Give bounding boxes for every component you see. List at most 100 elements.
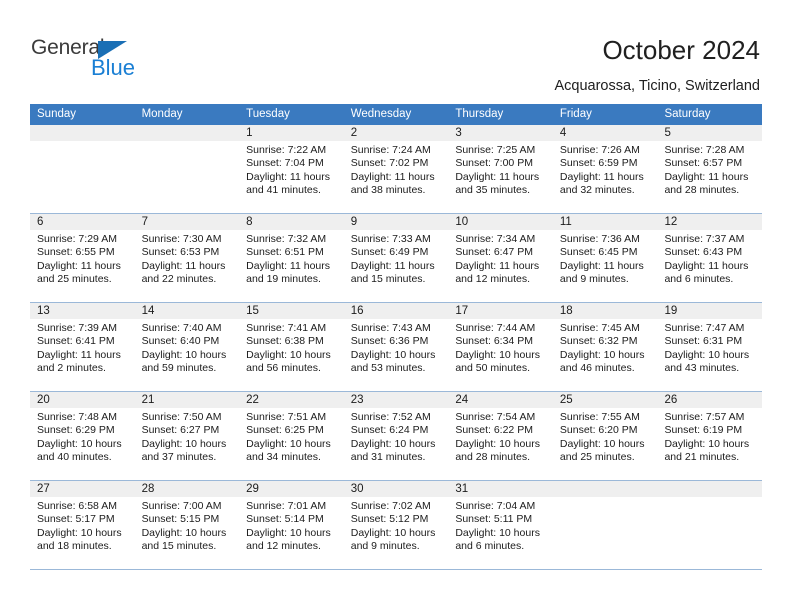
calendar-day-cell[interactable]: 23 Sunrise: 7:52 AM Sunset: 6:24 PM Dayligh… [343, 392, 449, 480]
calendar-day-cell-empty [657, 481, 763, 569]
day-number: 8 [239, 214, 344, 230]
daylight-text: Daylight: 11 hours and 9 minutes. [559, 259, 644, 286]
daylight-text: Daylight: 11 hours and 35 minutes. [455, 170, 540, 197]
day-sun-info: Sunrise: 7:52 AM Sunset: 6:24 PM Daylight:… [344, 408, 449, 465]
daylight-text: Daylight: 10 hours and 21 minutes. [664, 437, 750, 464]
calendar-day-cell[interactable]: 9 Sunrise: 7:33 AM Sunset: 6:49 PM Daylight… [343, 214, 449, 302]
calendar-day-cell[interactable]: 7 Sunrise: 7:30 AM Sunset: 6:53 PM Daylight… [134, 214, 240, 302]
calendar-day-cell[interactable]: 24 Sunrise: 7:54 AM Sunset: 6:22 PM Dayligh… [448, 392, 553, 480]
day-number: 19 [657, 303, 763, 319]
day-number [552, 481, 658, 497]
day-number: 14 [134, 303, 240, 319]
day-sun-info: Sunrise: 7:24 AM Sunset: 7:02 PM Daylight:… [344, 141, 449, 198]
calendar-day-cell[interactable]: 11 Sunrise: 7:36 AM Sunset: 6:45 PM Dayligh… [552, 214, 658, 302]
calendar-day-cell[interactable]: 12 Sunrise: 7:37 AM Sunset: 6:43 PM Dayligh… [657, 214, 763, 302]
calendar-day-cell[interactable]: 5 Sunrise: 7:28 AM Sunset: 6:57 PM Daylight… [657, 125, 763, 213]
sunset-text: Sunset: 6:29 PM [37, 424, 115, 437]
calendar-day-cell[interactable]: 3 Sunrise: 7:25 AM Sunset: 7:00 PM Daylight… [448, 125, 553, 213]
daylight-text: Daylight: 10 hours and 37 minutes. [141, 437, 227, 464]
daylight-text: Daylight: 10 hours and 25 minutes. [559, 437, 645, 464]
calendar-day-cell[interactable]: 8 Sunrise: 7:32 AM Sunset: 6:51 PM Daylight… [239, 214, 344, 302]
sunset-text: Sunset: 6:20 PM [559, 424, 638, 437]
sunset-text: Sunset: 6:45 PM [559, 246, 638, 259]
day-number: 30 [343, 481, 449, 497]
sunrise-text: Sunrise: 7:43 AM [350, 322, 431, 334]
calendar-week-row: 13 Sunrise: 7:39 AM Sunset: 6:41 PM Dayligh… [30, 303, 763, 392]
sunrise-text: Sunrise: 7:29 AM [37, 233, 117, 245]
calendar-day-cell[interactable]: 20 Sunrise: 7:48 AM Sunset: 6:29 PM Dayligh… [30, 392, 135, 480]
sunrise-text: Sunrise: 7:48 AM [37, 411, 117, 423]
day-sun-info: Sunrise: 7:30 AM Sunset: 6:53 PM Daylight:… [135, 230, 240, 287]
calendar-week-row: 6 Sunrise: 7:29 AM Sunset: 6:55 PM Daylight… [30, 214, 763, 303]
calendar-day-cell[interactable]: 27 Sunrise: 6:58 AM Sunset: 5:17 PM Dayligh… [30, 481, 135, 569]
day-sun-info: Sunrise: 7:55 AM Sunset: 6:20 PM Daylight:… [553, 408, 658, 465]
calendar-day-cell[interactable]: 10 Sunrise: 7:34 AM Sunset: 6:47 PM Dayligh… [448, 214, 553, 302]
sunrise-text: Sunrise: 7:04 AM [455, 500, 536, 512]
calendar-day-cell[interactable]: 19 Sunrise: 7:47 AM Sunset: 6:31 PM Dayligh… [657, 303, 763, 391]
calendar-day-cell[interactable]: 30 Sunrise: 7:02 AM Sunset: 5:12 PM Dayligh… [343, 481, 449, 569]
sunset-text: Sunset: 6:34 PM [455, 335, 533, 348]
calendar-day-cell[interactable]: 29 Sunrise: 7:01 AM Sunset: 5:14 PM Dayligh… [239, 481, 344, 569]
calendar-weeks: 1 Sunrise: 7:22 AM Sunset: 7:04 PM Daylight… [30, 125, 763, 570]
weekday-header-monday: Monday [141, 108, 183, 120]
sunset-text: Sunset: 5:17 PM [37, 513, 115, 526]
daylight-text: Daylight: 10 hours and 46 minutes. [559, 348, 645, 375]
day-sun-info: Sunrise: 7:37 AM Sunset: 6:43 PM Daylight:… [657, 230, 762, 287]
sunset-text: Sunset: 6:57 PM [664, 157, 743, 170]
sunset-text: Sunset: 6:36 PM [350, 335, 429, 348]
daylight-text: Daylight: 11 hours and 19 minutes. [246, 259, 331, 286]
day-number: 31 [448, 481, 553, 497]
sunset-text: Sunset: 6:24 PM [350, 424, 429, 437]
day-sun-info: Sunrise: 7:22 AM Sunset: 7:04 PM Daylight:… [239, 141, 344, 198]
daylight-text: Daylight: 10 hours and 56 minutes. [246, 348, 331, 375]
sunset-text: Sunset: 6:55 PM [37, 246, 115, 259]
daylight-text: Daylight: 10 hours and 12 minutes. [246, 526, 331, 553]
calendar-day-cell[interactable]: 1 Sunrise: 7:22 AM Sunset: 7:04 PM Daylight… [239, 125, 344, 213]
day-number: 11 [552, 214, 658, 230]
calendar-day-cell[interactable]: 31 Sunrise: 7:04 AM Sunset: 5:11 PM Dayligh… [448, 481, 553, 569]
calendar-day-cell[interactable]: 25 Sunrise: 7:55 AM Sunset: 6:20 PM Dayligh… [552, 392, 658, 480]
day-sun-info: Sunrise: 7:51 AM Sunset: 6:25 PM Daylight:… [239, 408, 344, 465]
weekday-header-sunday: Sunday [37, 108, 77, 120]
calendar-day-cell[interactable]: 16 Sunrise: 7:43 AM Sunset: 6:36 PM Dayligh… [343, 303, 449, 391]
daylight-text: Daylight: 10 hours and 34 minutes. [246, 437, 331, 464]
calendar-day-cell[interactable]: 14 Sunrise: 7:40 AM Sunset: 6:40 PM Dayligh… [134, 303, 240, 391]
sunset-text: Sunset: 7:02 PM [350, 157, 429, 170]
daylight-text: Daylight: 10 hours and 40 minutes. [37, 437, 122, 464]
calendar-day-cell[interactable]: 4 Sunrise: 7:26 AM Sunset: 6:59 PM Daylight… [552, 125, 658, 213]
calendar-day-cell[interactable]: 28 Sunrise: 7:00 AM Sunset: 5:15 PM Dayligh… [134, 481, 240, 569]
daylight-text: Daylight: 10 hours and 59 minutes. [141, 348, 227, 375]
day-sun-info: Sunrise: 7:29 AM Sunset: 6:55 PM Daylight:… [30, 230, 135, 287]
calendar-day-cell[interactable]: 22 Sunrise: 7:51 AM Sunset: 6:25 PM Dayligh… [239, 392, 344, 480]
day-number [30, 125, 135, 141]
calendar-day-cell[interactable]: 17 Sunrise: 7:44 AM Sunset: 6:34 PM Dayligh… [448, 303, 553, 391]
day-sun-info: Sunrise: 7:41 AM Sunset: 6:38 PM Daylight:… [239, 319, 344, 376]
sunset-text: Sunset: 6:31 PM [664, 335, 743, 348]
calendar-day-cell-empty [552, 481, 658, 569]
day-number: 2 [343, 125, 449, 141]
sunrise-text: Sunrise: 7:24 AM [350, 144, 431, 156]
day-sun-info: Sunrise: 7:34 AM Sunset: 6:47 PM Daylight:… [448, 230, 553, 287]
sunset-text: Sunset: 6:19 PM [664, 424, 743, 437]
calendar-day-cell[interactable]: 13 Sunrise: 7:39 AM Sunset: 6:41 PM Dayligh… [30, 303, 135, 391]
day-number: 3 [448, 125, 553, 141]
general-blue-logo[interactable]: General Blue [31, 36, 231, 86]
calendar-day-cell[interactable]: 6 Sunrise: 7:29 AM Sunset: 6:55 PM Daylight… [30, 214, 135, 302]
day-sun-info: Sunrise: 7:33 AM Sunset: 6:49 PM Daylight:… [344, 230, 449, 287]
day-number: 27 [30, 481, 135, 497]
sunset-text: Sunset: 6:40 PM [141, 335, 220, 348]
calendar-day-cell[interactable]: 26 Sunrise: 7:57 AM Sunset: 6:19 PM Dayligh… [657, 392, 763, 480]
sunrise-text: Sunrise: 7:28 AM [664, 144, 745, 156]
day-sun-info: Sunrise: 7:36 AM Sunset: 6:45 PM Daylight:… [553, 230, 658, 287]
sunrise-text: Sunrise: 7:52 AM [350, 411, 431, 423]
calendar-day-cell[interactable]: 15 Sunrise: 7:41 AM Sunset: 6:38 PM Dayligh… [239, 303, 344, 391]
sunrise-text: Sunrise: 7:37 AM [664, 233, 745, 245]
calendar-day-cell[interactable]: 18 Sunrise: 7:45 AM Sunset: 6:32 PM Dayligh… [552, 303, 658, 391]
day-sun-info: Sunrise: 7:04 AM Sunset: 5:11 PM Daylight:… [448, 497, 553, 554]
day-sun-info: Sunrise: 7:45 AM Sunset: 6:32 PM Daylight:… [553, 319, 658, 376]
day-number: 13 [30, 303, 135, 319]
calendar-day-cell[interactable]: 2 Sunrise: 7:24 AM Sunset: 7:02 PM Daylight… [343, 125, 449, 213]
calendar-day-cell[interactable]: 21 Sunrise: 7:50 AM Sunset: 6:27 PM Dayligh… [134, 392, 240, 480]
sunrise-text: Sunrise: 7:00 AM [141, 500, 222, 512]
sunset-text: Sunset: 6:32 PM [559, 335, 638, 348]
